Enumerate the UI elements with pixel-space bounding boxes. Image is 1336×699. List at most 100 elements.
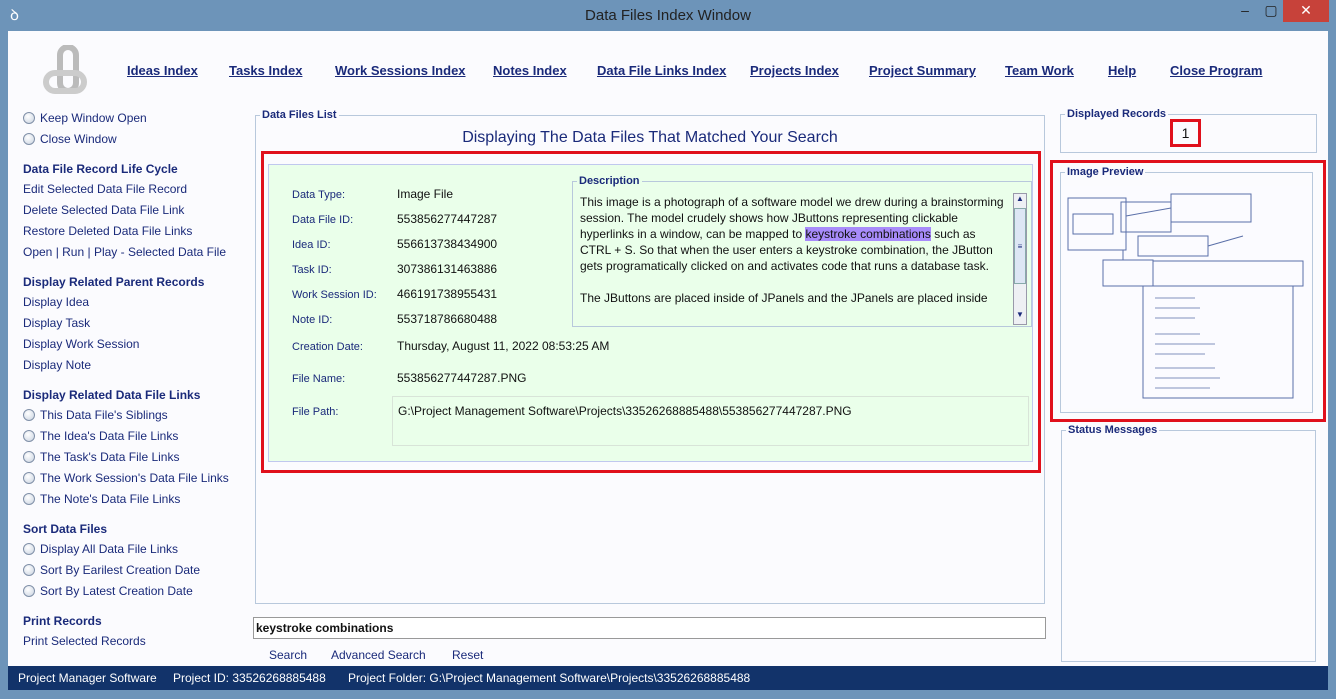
sidebar-item-restore-deleted-data-file-links[interactable]: Restore Deleted Data File Links: [23, 224, 192, 238]
search-match-highlight: keystroke combinations: [805, 227, 931, 241]
displayed-records-legend: Displayed Records: [1067, 108, 1167, 120]
close-button[interactable]: ✕: [1283, 0, 1329, 22]
status-project-id: Project ID: 33526268885488: [173, 671, 326, 685]
label: Display Related Data File Links: [23, 388, 201, 402]
search-input[interactable]: keystroke combinations: [253, 617, 1046, 639]
section-heading: Sort Data Files: [23, 522, 107, 536]
search-button[interactable]: Search: [269, 648, 307, 662]
menu-data-file-links-index[interactable]: Data File Links Index: [597, 63, 726, 78]
status-messages-legend: Status Messages: [1068, 424, 1158, 436]
field-value-file-path: G:\Project Management Software\Projects\…: [392, 396, 1029, 446]
sidebar-item-the-task-s-data-file-links[interactable]: The Task's Data File Links: [23, 450, 179, 464]
sidebar-item-the-note-s-data-file-links[interactable]: The Note's Data File Links: [23, 492, 180, 506]
label: Display Task: [23, 316, 91, 330]
radio-button[interactable]: [23, 430, 35, 442]
status-messages-panel: Status Messages: [1061, 424, 1316, 662]
section-heading: Print Records: [23, 614, 102, 628]
menu-work-sessions-index[interactable]: Work Sessions Index: [335, 63, 466, 78]
radio-button[interactable]: [23, 543, 35, 555]
data-file-record[interactable]: Data Type: Image File Data File ID: 5538562…: [268, 164, 1033, 462]
sidebar-item-open-run-play-selected-data-file[interactable]: Open | Run | Play - Selected Data File: [23, 245, 226, 259]
image-preview-legend: Image Preview: [1067, 166, 1144, 178]
sidebar-item-edit-selected-data-file-record[interactable]: Edit Selected Data File Record: [23, 182, 187, 196]
option-close-window[interactable]: Close Window: [23, 132, 117, 146]
label: Display All Data File Links: [40, 542, 179, 556]
field-value-data-type: Image File: [397, 187, 454, 201]
radio-button[interactable]: [23, 133, 35, 145]
chain-link-logo: [43, 45, 87, 94]
radio-button[interactable]: [23, 112, 35, 124]
label: Open | Run | Play - Selected Data File: [23, 245, 226, 259]
scroll-thumb[interactable]: ≡: [1014, 208, 1026, 284]
status-bar: Project Manager Software Project ID: 335…: [8, 666, 1328, 690]
results-heading: Displaying The Data Files That Matched Y…: [462, 129, 838, 146]
window-title: Data Files Index Window: [585, 7, 751, 24]
option-keep-window-open[interactable]: Keep Window Open: [23, 111, 147, 125]
field-label: Idea ID:: [292, 239, 331, 251]
field-value-data-file-id: 553856277447287: [397, 212, 498, 226]
label: Sort By Earilest Creation Date: [40, 563, 201, 577]
scroll-down-icon[interactable]: ▼: [1014, 310, 1026, 324]
sidebar-item-sort-by-earilest-creation-date[interactable]: Sort By Earilest Creation Date: [23, 563, 200, 577]
sidebar-item-display-all-data-file-links[interactable]: Display All Data File Links: [23, 542, 178, 556]
radio-button[interactable]: [23, 472, 35, 484]
label: The Work Session's Data File Links: [40, 471, 229, 485]
label: Close Window: [40, 132, 117, 146]
description-legend: Description: [579, 175, 640, 187]
field-label: Work Session ID:: [292, 289, 377, 301]
advanced-search-button[interactable]: Advanced Search: [331, 648, 426, 662]
maximize-button[interactable]: ▢: [1256, 0, 1286, 22]
sidebar-item-display-task[interactable]: Display Task: [23, 316, 90, 330]
sidebar-item-display-idea[interactable]: Display Idea: [23, 295, 89, 309]
field-label: Note ID:: [292, 314, 333, 326]
description-text: This image is a photograph of a software…: [580, 194, 1008, 324]
radio-button[interactable]: [23, 493, 35, 505]
label: Sort Data Files: [23, 522, 108, 536]
menu-close-program[interactable]: Close Program: [1170, 63, 1262, 78]
section-heading: Data File Record Life Cycle: [23, 162, 178, 176]
radio-button[interactable]: [23, 409, 35, 421]
field-label: File Path:: [292, 406, 339, 418]
section-heading: Display Related Parent Records: [23, 275, 204, 289]
status-app-name: Project Manager Software: [18, 671, 157, 685]
sidebar-item-sort-by-latest-creation-date[interactable]: Sort By Latest Creation Date: [23, 584, 193, 598]
label: Keep Window Open: [40, 111, 147, 125]
menu-notes-index[interactable]: Notes Index: [493, 63, 567, 78]
menu-projects-index[interactable]: Projects Index: [750, 63, 839, 78]
status-project-folder: Project Folder: G:\Project Management So…: [348, 671, 751, 685]
field-value-idea-id: 556613738434900: [397, 237, 498, 251]
field-value-work-session-id: 466191738955431: [397, 287, 498, 301]
displayed-records-count: 1: [1170, 119, 1201, 147]
reset-button[interactable]: Reset: [452, 648, 483, 662]
label: Display Related Parent Records: [23, 275, 205, 289]
menu-ideas-index[interactable]: Ideas Index: [127, 63, 198, 78]
field-value-note-id: 553718786680488: [397, 312, 498, 326]
sidebar-item-delete-selected-data-file-link[interactable]: Delete Selected Data File Link: [23, 203, 184, 217]
menu-tasks-index[interactable]: Tasks Index: [229, 63, 302, 78]
field-label: File Name:: [292, 373, 346, 385]
label: Delete Selected Data File Link: [23, 203, 185, 217]
radio-button[interactable]: [23, 564, 35, 576]
sidebar-item-the-work-session-s-data-file-links[interactable]: The Work Session's Data File Links: [23, 471, 229, 485]
scroll-up-icon[interactable]: ▲: [1014, 194, 1026, 208]
label: Restore Deleted Data File Links: [23, 224, 193, 238]
sidebar-item-display-note[interactable]: Display Note: [23, 358, 91, 372]
field-value-file-name: 553856277447287.PNG: [397, 371, 527, 385]
sidebar-item-the-idea-s-data-file-links[interactable]: The Idea's Data File Links: [23, 429, 178, 443]
radio-button[interactable]: [23, 585, 35, 597]
menu-project-summary[interactable]: Project Summary: [869, 63, 976, 78]
label: This Data File's Siblings: [40, 408, 168, 422]
label: Edit Selected Data File Record: [23, 182, 188, 196]
description-scrollbar[interactable]: ▲ ≡ ▼: [1013, 193, 1027, 325]
label: The Note's Data File Links: [40, 492, 181, 506]
sidebar-item-display-work-session[interactable]: Display Work Session: [23, 337, 139, 351]
menu-help[interactable]: Help: [1108, 63, 1136, 78]
sidebar-item-this-data-file-s-siblings[interactable]: This Data File's Siblings: [23, 408, 168, 422]
data-files-list-legend: Data Files List: [262, 109, 337, 121]
label: Display Work Session: [23, 337, 140, 351]
menu-team-work[interactable]: Team Work: [1005, 63, 1074, 78]
field-value-creation-date: Thursday, August 11, 2022 08:53:25 AM: [397, 339, 610, 353]
field-value-task-id: 307386131463886: [397, 262, 498, 276]
sidebar-item-print-selected-records[interactable]: Print Selected Records: [23, 634, 146, 648]
radio-button[interactable]: [23, 451, 35, 463]
